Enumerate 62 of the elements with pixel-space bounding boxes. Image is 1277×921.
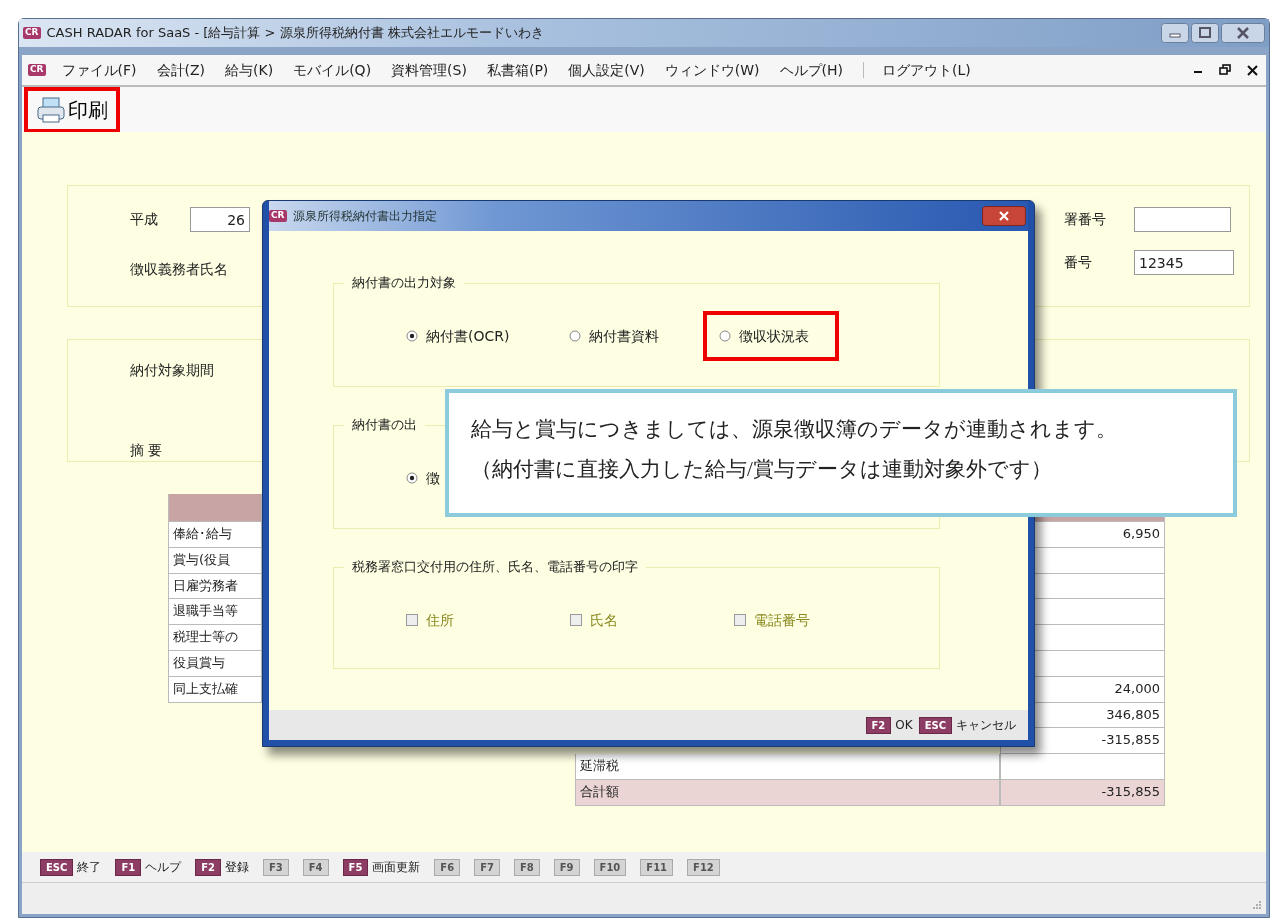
payer-name-label: 徴収義務者氏名 (130, 260, 229, 279)
period-label: 納付対象期間 (130, 361, 215, 380)
radio-option[interactable]: 徴収状況表 (703, 311, 840, 361)
menu-item[interactable]: 給与(K) (215, 59, 284, 81)
table-cell: 税理士等の (168, 625, 262, 651)
reference-number-field[interactable]: 12345 (1134, 250, 1234, 275)
maximize-icon[interactable] (1191, 23, 1219, 43)
app-icon: CR (269, 210, 287, 222)
era-year-field[interactable]: 26 (190, 207, 250, 232)
close-icon[interactable] (982, 206, 1026, 226)
callout-text: （納付書に直接入力した給与/賞与データは連動対象外です） (471, 456, 1053, 483)
table-cell: -315,855 (1000, 779, 1165, 806)
table-cell: 同上支払確 (168, 676, 262, 703)
function-key: F6 (434, 858, 461, 876)
function-key[interactable]: F2 登録 (195, 858, 249, 876)
restore-icon[interactable] (1219, 64, 1231, 76)
menu-item[interactable]: 私書箱(P) (476, 59, 559, 81)
function-key: F4 (302, 858, 329, 876)
dialog-title: 源泉所得税納付書出力指定 (292, 208, 437, 225)
function-key: F8 (513, 858, 540, 876)
function-key: F12 (687, 858, 720, 876)
reference-number-label: 番号 (1064, 253, 1092, 272)
table-cell: 合計額 (575, 779, 1000, 806)
era-label: 平成 (130, 210, 158, 229)
function-key[interactable]: F5 画面更新 (342, 858, 421, 876)
radio-button[interactable] (406, 472, 418, 484)
office-number-field[interactable] (1134, 207, 1231, 232)
logout-menu-item[interactable]: ログアウト(L) (872, 59, 981, 81)
radio-button[interactable] (406, 330, 418, 342)
table-cell: 退職手当等 (168, 599, 262, 626)
menu-item[interactable]: 資料管理(S) (381, 59, 477, 81)
close-icon[interactable] (1247, 64, 1258, 76)
radio-button[interactable] (719, 330, 732, 342)
resize-grip-icon[interactable] (1252, 900, 1262, 910)
function-key: F10 (593, 858, 627, 876)
menu-item[interactable]: ファイル(F) (51, 59, 147, 81)
function-key: F7 (474, 858, 500, 876)
menu-item[interactable]: ウィンドウ(W) (654, 59, 770, 81)
office-number-label: 署番号 (1064, 210, 1106, 229)
function-key: F3 (262, 858, 289, 876)
table-cell: 日雇労務者 (168, 573, 262, 600)
summary-label: 摘 要 (130, 441, 164, 460)
app-icon: CR (28, 64, 46, 76)
table-cell: 賞与(役員 (168, 547, 262, 574)
menu-item[interactable]: 会計(Z) (146, 59, 216, 81)
printer-icon (36, 95, 66, 124)
table-cell: 役員賞与 (168, 651, 262, 677)
app-icon: CR (23, 27, 41, 39)
menu-item[interactable]: モバイル(Q) (283, 59, 382, 81)
radio-option[interactable]: 徴 (390, 453, 448, 503)
radio-option[interactable]: 納付書資料 (553, 311, 668, 361)
function-key: F11 (640, 858, 674, 876)
menu-item[interactable]: 個人設定(V) (558, 59, 655, 81)
table-cell: 延滞税 (575, 754, 1000, 780)
table-cell: 俸給･給与 (168, 522, 262, 548)
function-key: F9 (553, 858, 580, 876)
callout-text: 給与と賞与につきましては、源泉徴収簿のデータが連動されます。 (471, 416, 1118, 443)
radio-option[interactable]: 納付書(OCR) (390, 311, 518, 361)
function-key[interactable]: F1 ヘルプ (115, 858, 182, 876)
window-title: CASH RADAR for SaaS - [給与計算 > 源泉所得税納付書 株式会社エルモードいわき (46, 24, 544, 43)
radio-button[interactable] (569, 330, 582, 342)
menu-item[interactable]: ヘルプ(H) (769, 59, 854, 81)
